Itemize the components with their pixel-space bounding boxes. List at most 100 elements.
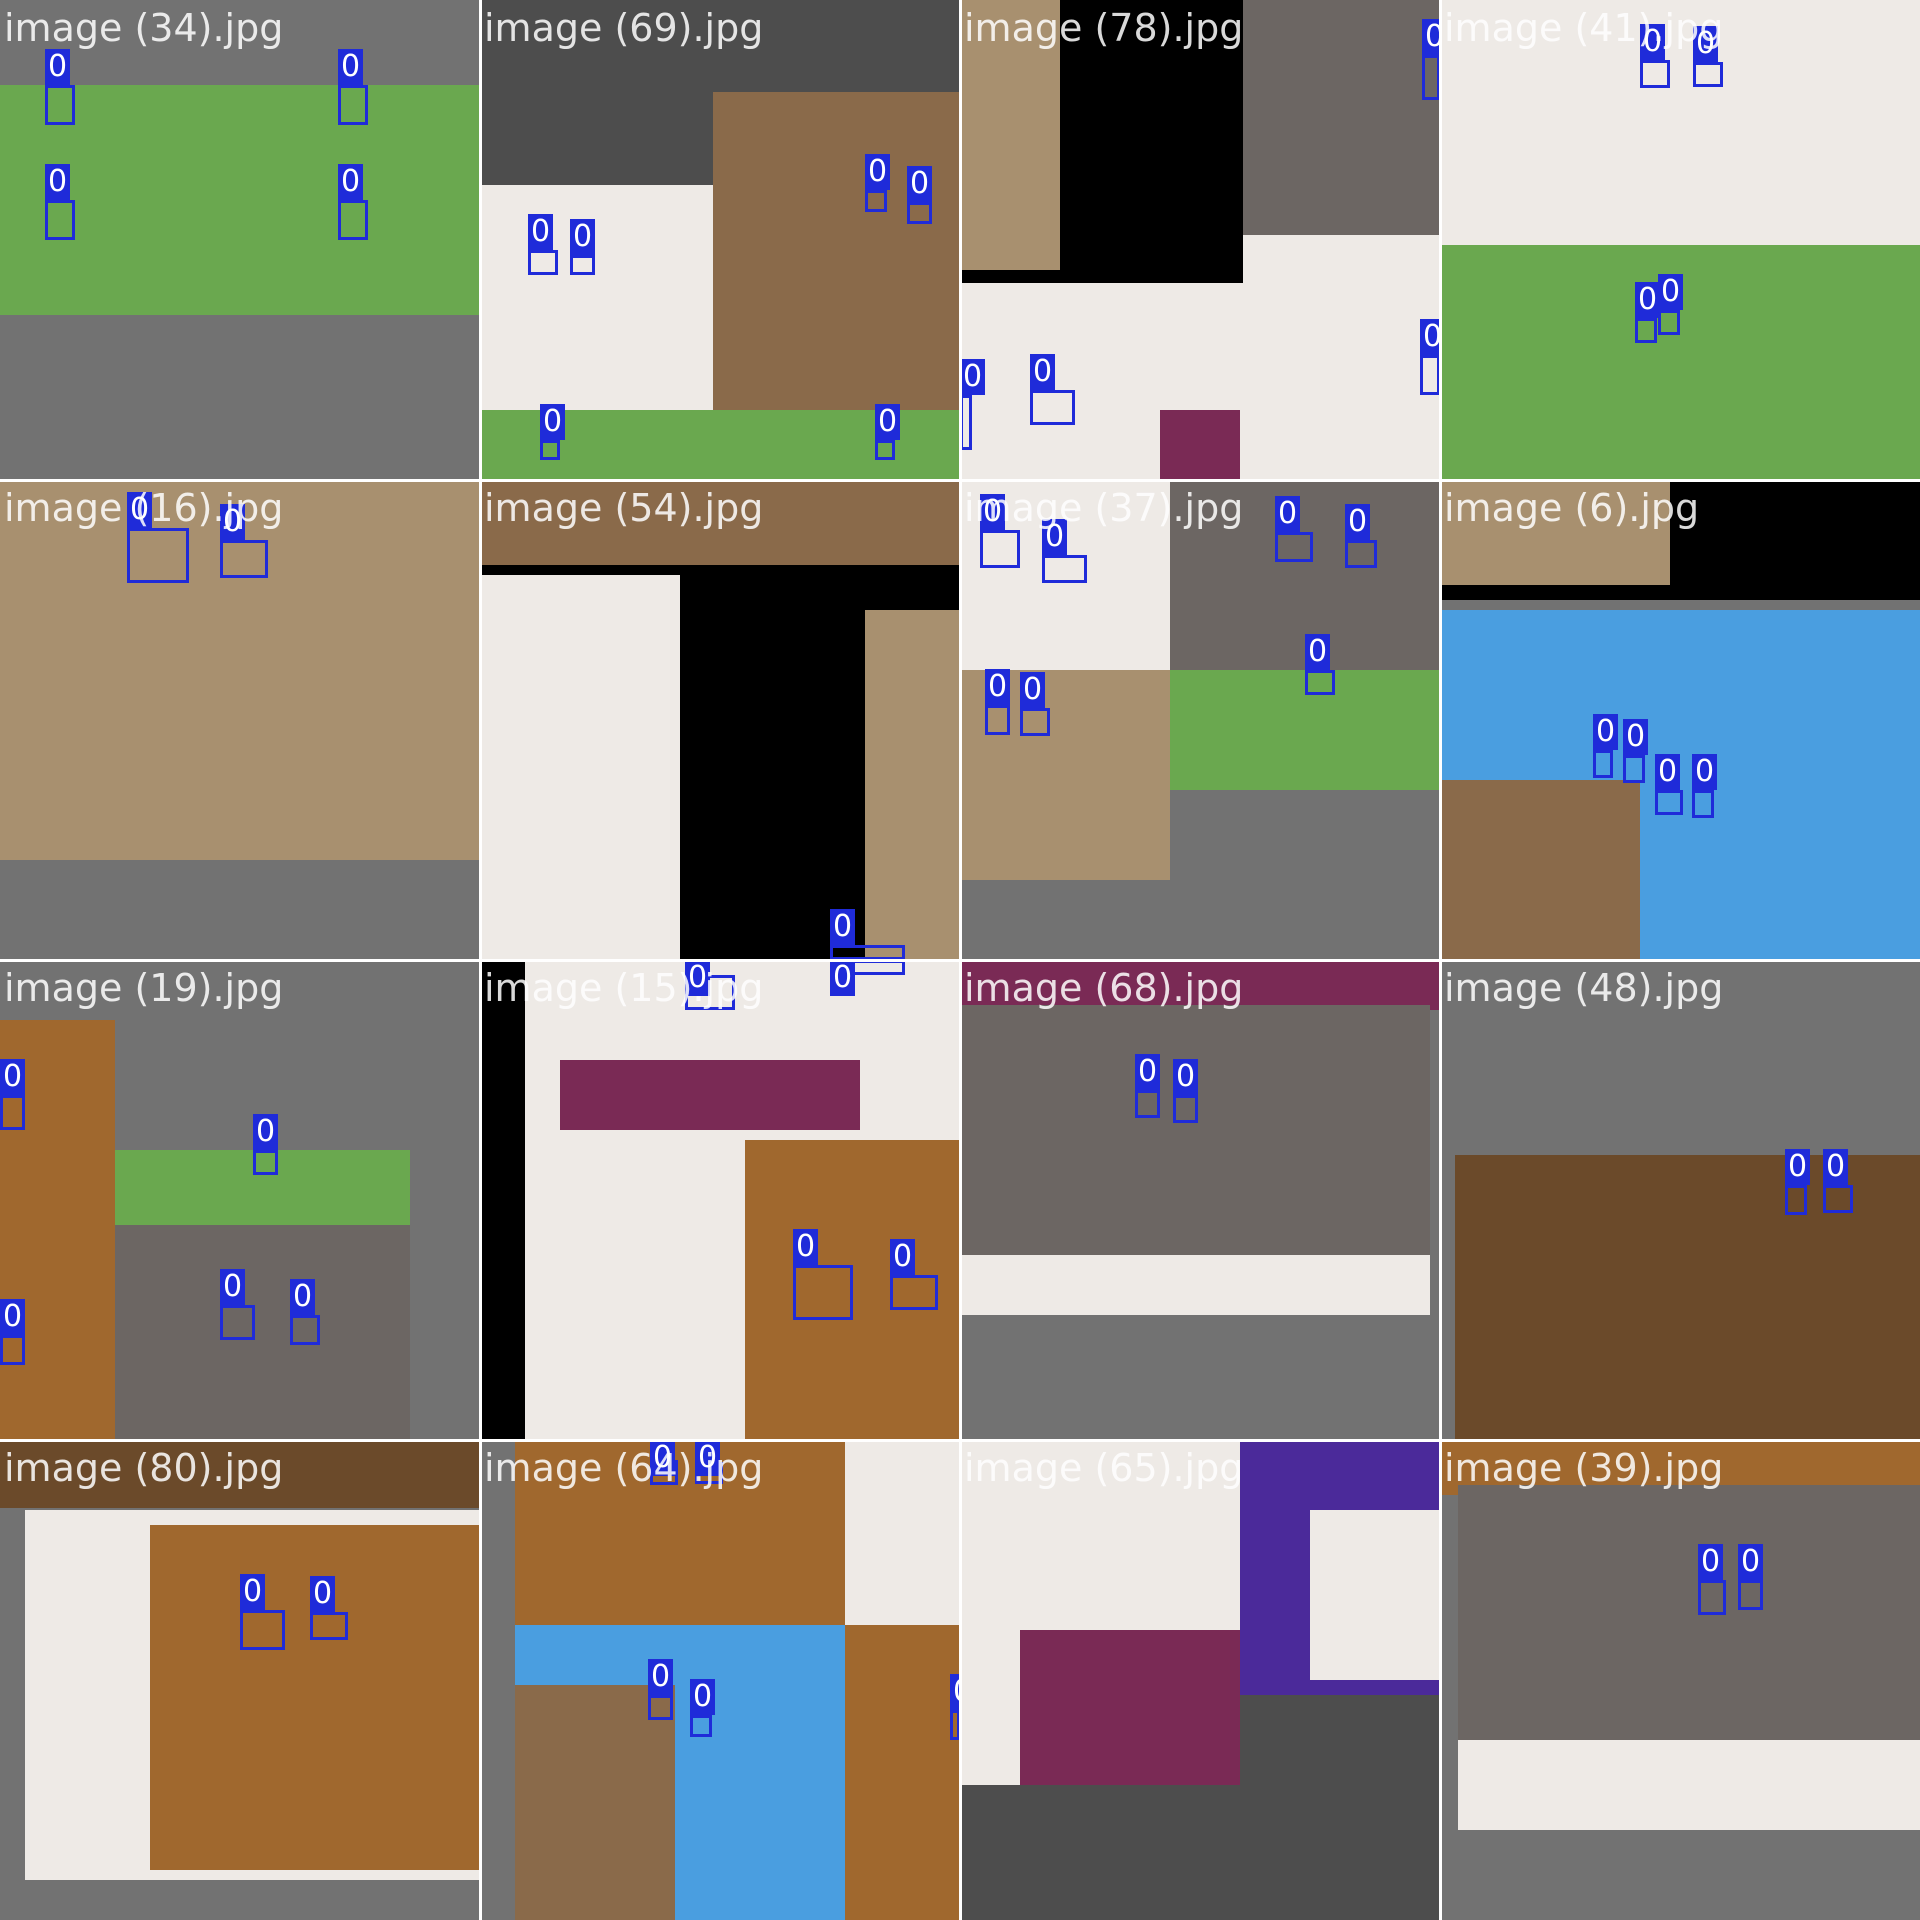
tile-filename: image (78).jpg — [964, 6, 1244, 50]
cat-photo-region — [560, 1060, 860, 1130]
eye-bounding-box — [1658, 310, 1680, 335]
eye-bounding-box — [0, 1335, 25, 1365]
tile-filename: image (34).jpg — [4, 6, 284, 50]
class-label: 0 — [1655, 754, 1681, 790]
class-label: 0 — [1623, 719, 1649, 755]
mosaic-tile: 0 0 image (80).jpg — [0, 1440, 480, 1920]
eye-bounding-box — [1593, 750, 1613, 778]
cat-photo-region — [960, 1255, 1430, 1315]
eye-bounding-box — [1275, 532, 1313, 562]
cat-photo-region — [1440, 780, 1640, 960]
class-label: 0 — [875, 404, 901, 440]
class-label: 0 — [0, 1059, 26, 1095]
eye-bounding-box — [310, 1612, 348, 1640]
cat-photo-region — [480, 185, 713, 410]
cat-photo-region — [0, 200, 205, 315]
class-label: 0 — [648, 1659, 674, 1695]
eye-bounding-box — [1420, 355, 1440, 395]
cat-photo-region — [480, 410, 713, 480]
eye-bounding-box — [1173, 1095, 1198, 1123]
eye-bounding-box — [338, 200, 368, 240]
class-label: 0 — [890, 1239, 916, 1275]
mosaic-tile: 0 0 0 0 0 0 image (69).jpg — [480, 0, 960, 480]
cat-photo-region — [1243, 235, 1440, 480]
class-label: 0 — [1635, 282, 1661, 318]
eye-bounding-box — [220, 1305, 255, 1340]
eye-bounding-box — [1692, 790, 1714, 818]
class-label: 0 — [1738, 1544, 1764, 1580]
eye-bounding-box — [1785, 1185, 1807, 1215]
eye-bounding-box — [253, 1150, 278, 1175]
grid-divider — [0, 959, 1920, 962]
tile-filename: image (48).jpg — [1444, 966, 1724, 1010]
class-label: 0 — [338, 49, 364, 85]
tile-filename: image (54).jpg — [484, 486, 764, 530]
class-label: 0 — [1698, 1544, 1724, 1580]
eye-bounding-box — [1030, 390, 1075, 425]
mosaic-tile: 0 image (54).jpg — [480, 480, 960, 960]
eye-bounding-box — [240, 1610, 285, 1650]
eye-bounding-box — [1623, 755, 1645, 783]
eye-bounding-box — [1345, 540, 1377, 568]
cat-photo-region — [845, 1440, 960, 1625]
eye-bounding-box — [865, 190, 887, 212]
mosaic-tile: image (65).jpg — [960, 1440, 1440, 1920]
class-label: 0 — [960, 359, 986, 395]
class-label: 0 — [1020, 672, 1046, 708]
eye-bounding-box — [890, 1275, 938, 1310]
cat-photo-region — [1458, 1740, 1920, 1830]
mosaic-tile: 0 0 image (48).jpg — [1440, 960, 1920, 1440]
cat-photo-region — [865, 610, 960, 960]
class-label: 0 — [1030, 354, 1056, 390]
mosaic-tile: 0 0 0 0 image (78).jpg — [960, 0, 1440, 480]
eye-bounding-box — [45, 200, 75, 240]
mosaic-tile: 0 0 0 0 image (6).jpg — [1440, 480, 1920, 960]
class-label: 0 — [1420, 319, 1440, 355]
eye-bounding-box — [1693, 62, 1723, 87]
cat-photo-region — [1020, 1630, 1240, 1785]
eye-bounding-box — [1305, 670, 1335, 695]
class-label: 0 — [1275, 496, 1301, 532]
mosaic-tile: 0 0 image (68).jpg — [960, 960, 1440, 1440]
eye-bounding-box — [830, 945, 905, 960]
tile-filename: image (6).jpg — [1444, 486, 1700, 530]
grid-divider — [1439, 0, 1442, 1920]
mosaic-tile: 0 0 0 0 0 0 0 image (37).jpg — [960, 480, 1440, 960]
class-label: 0 — [1823, 1149, 1849, 1185]
class-label: 0 — [1305, 634, 1331, 670]
cat-photo-region — [0, 85, 205, 200]
class-label: 0 — [1422, 19, 1440, 55]
eye-bounding-box — [1020, 708, 1050, 736]
eye-bounding-box — [1422, 55, 1440, 100]
class-label: 0 — [310, 1576, 336, 1612]
class-label: 0 — [907, 166, 933, 202]
class-label: 0 — [1345, 504, 1371, 540]
cat-photo-region — [115, 1225, 410, 1440]
eye-bounding-box — [220, 540, 268, 578]
mosaic-tile: 0 0 image (39).jpg — [1440, 1440, 1920, 1920]
mosaic-tile: 0 0 0 0 0 image (19).jpg — [0, 960, 480, 1440]
class-label: 0 — [338, 164, 364, 200]
class-label: 0 — [540, 404, 566, 440]
eye-bounding-box — [980, 530, 1020, 568]
eye-bounding-box — [1823, 1185, 1853, 1213]
class-label: 0 — [220, 1269, 246, 1305]
class-label: 0 — [1658, 274, 1684, 310]
eye-bounding-box — [127, 528, 189, 583]
cat-photo-region — [480, 575, 680, 960]
eye-bounding-box — [1698, 1580, 1726, 1615]
eye-bounding-box — [1655, 790, 1683, 815]
class-label: 0 — [830, 909, 856, 945]
eye-bounding-box — [648, 1695, 673, 1720]
class-label: 0 — [830, 960, 856, 996]
eye-bounding-box — [985, 705, 1010, 735]
mosaic-tile: 0 0 image (16).jpg — [0, 480, 480, 960]
class-label: 0 — [528, 214, 554, 250]
class-label: 0 — [985, 669, 1011, 705]
tile-filename: image (69).jpg — [484, 6, 764, 50]
class-label: 0 — [240, 1574, 266, 1610]
mosaic-tile: 00000image (64).jpg — [480, 1440, 960, 1920]
tile-filename: image (65).jpg — [964, 1446, 1244, 1490]
class-label: 0 — [253, 1114, 279, 1150]
class-label: 0 — [865, 154, 891, 190]
